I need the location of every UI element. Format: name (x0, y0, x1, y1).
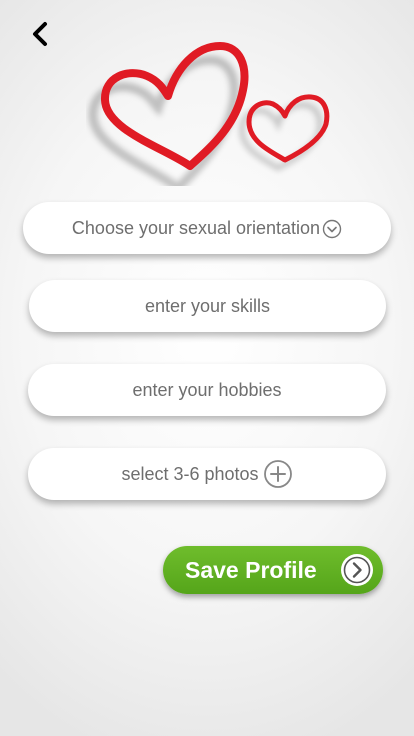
chevron-right-circle-icon (339, 552, 375, 588)
save-profile-button[interactable]: Save Profile (163, 546, 383, 594)
hearts-logo-icon (86, 36, 336, 194)
back-button[interactable] (24, 20, 56, 52)
hobbies-input[interactable]: enter your hobbies (28, 364, 386, 416)
select-photos-button[interactable]: select 3-6 photos (28, 448, 386, 500)
skills-input[interactable]: enter your skills (29, 280, 386, 332)
save-profile-label: Save Profile (185, 556, 317, 583)
chevron-left-icon (30, 21, 50, 52)
select-photos-label: select 3-6 photos (121, 463, 259, 484)
plus-circle-icon (263, 459, 293, 489)
chevron-down-circle-icon (322, 219, 342, 239)
sexual-orientation-dropdown[interactable]: Choose your sexual orientation (23, 202, 391, 254)
sexual-orientation-label: Choose your sexual orientation (71, 217, 321, 238)
skills-placeholder: enter your skills (144, 295, 271, 316)
hobbies-placeholder: enter your hobbies (132, 379, 282, 400)
